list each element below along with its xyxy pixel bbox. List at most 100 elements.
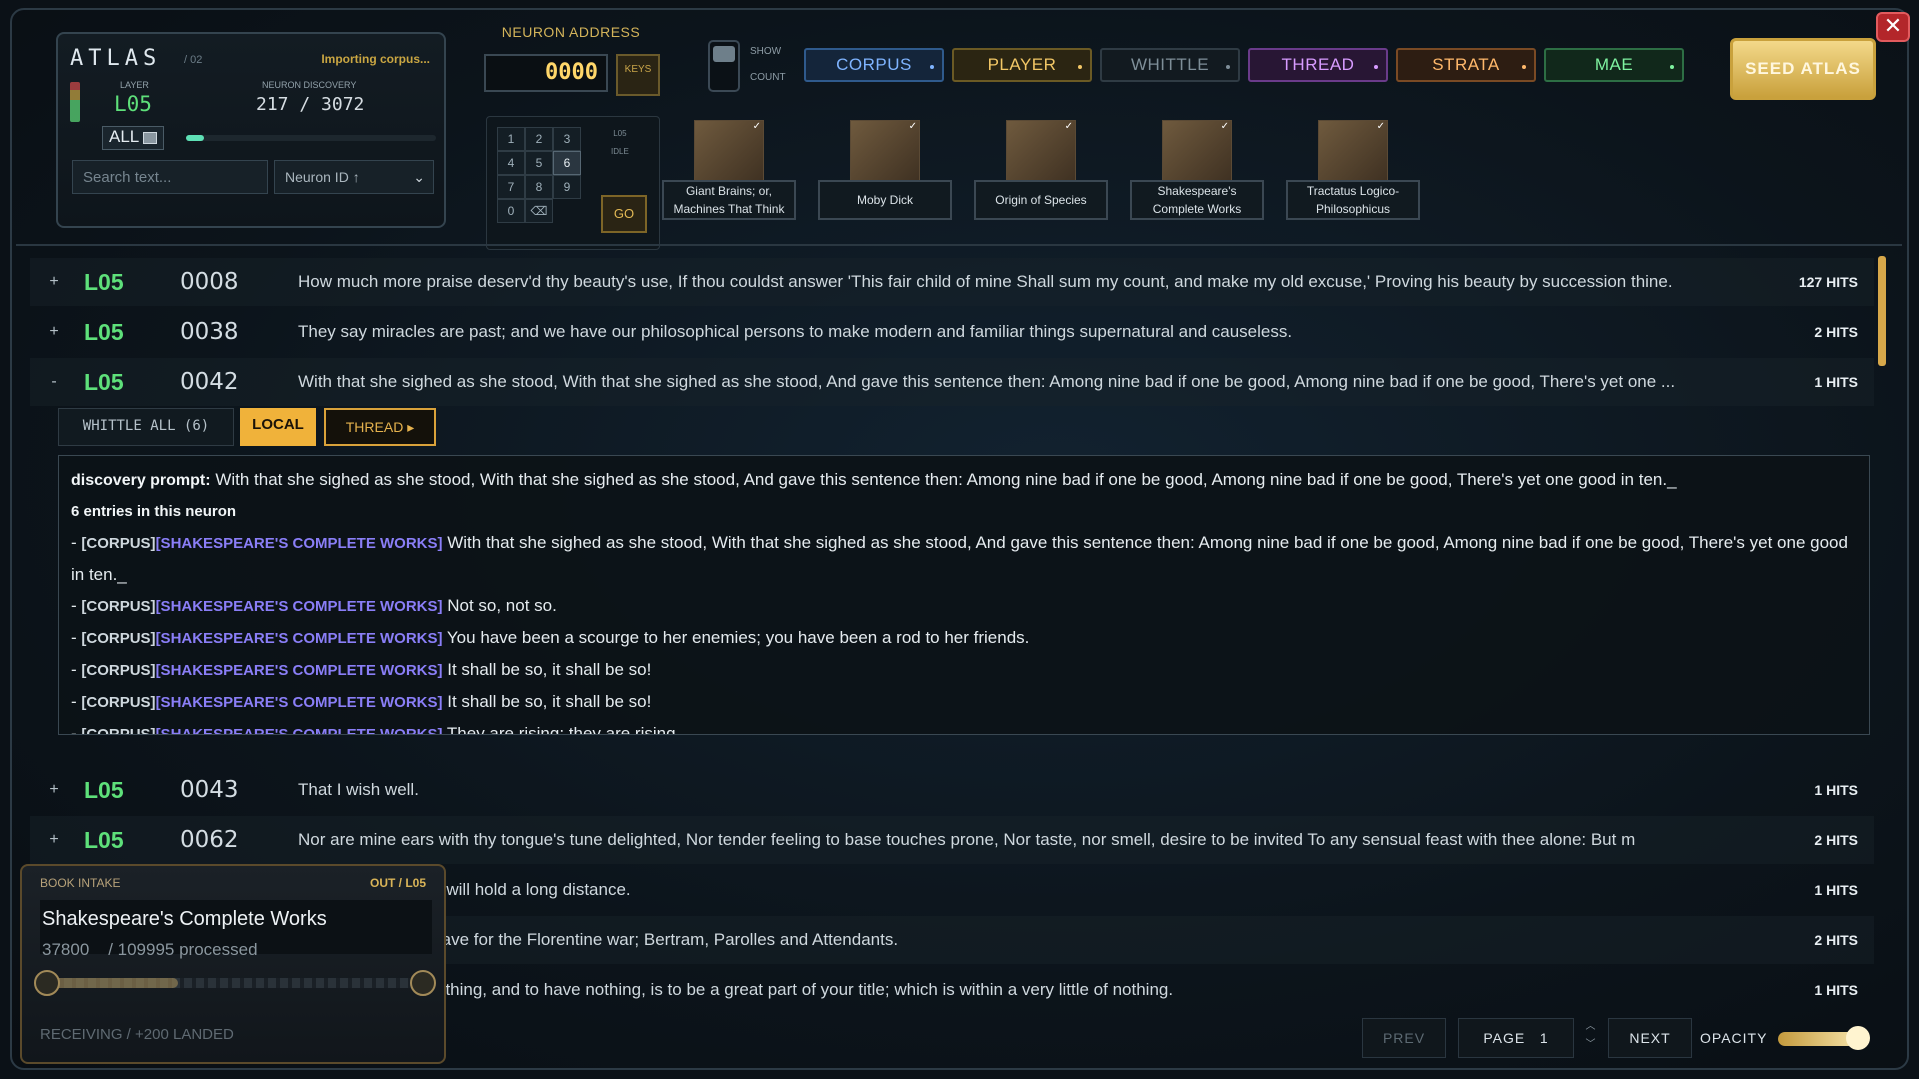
- book-cover-image: ✓: [1006, 120, 1076, 182]
- keypad-key-3[interactable]: 3: [553, 127, 581, 151]
- book-card[interactable]: ✓ Moby Dick: [818, 120, 952, 220]
- mode-mae-button[interactable]: MAE: [1544, 48, 1684, 82]
- row-hits: 2 HITS: [1814, 832, 1858, 848]
- mode-thread-button[interactable]: THREAD: [1248, 48, 1388, 82]
- page-stepper[interactable]: ︿ ﹀: [1576, 1018, 1606, 1058]
- expand-toggle-icon[interactable]: +: [40, 831, 68, 849]
- entry-text: It shall be so, it shall be so!: [447, 692, 652, 711]
- mode-whittle-button[interactable]: WHITTLE: [1100, 48, 1240, 82]
- backspace-key[interactable]: ⌫: [525, 199, 553, 223]
- mode-strata-button[interactable]: STRATA: [1396, 48, 1536, 82]
- book-tag: [SHAKESPEARE'S COMPLETE WORKS]: [155, 694, 443, 711]
- corpus-tag: [CORPUS]: [81, 726, 156, 735]
- app-version: / 02: [184, 54, 203, 66]
- layer-label: LAYER: [120, 80, 149, 90]
- book-intake-panel: BOOK INTAKE OUT / L05 Shakespeare's Comp…: [20, 864, 446, 1064]
- book-tag: [SHAKESPEARE'S COMPLETE WORKS]: [155, 598, 443, 615]
- intake-end-knob[interactable]: [410, 970, 436, 996]
- search-input[interactable]: [72, 160, 268, 194]
- expand-toggle-icon[interactable]: +: [40, 323, 68, 341]
- row-neuron-id: 0062: [180, 827, 239, 853]
- expand-toggle-icon[interactable]: +: [40, 273, 68, 291]
- row-layer: L05: [84, 318, 124, 345]
- neuron-row[interactable]: + L05 0008 How much more praise deserv'd th…: [30, 258, 1874, 306]
- mode-player-button[interactable]: PLAYER: [952, 48, 1092, 82]
- book-title: Moby Dick: [818, 180, 952, 220]
- book-tag: [SHAKESPEARE'S COMPLETE WORKS]: [155, 535, 443, 552]
- neuron-row[interactable]: + L05 0038 They say miracles are past; and …: [30, 308, 1874, 356]
- intake-start-knob[interactable]: [34, 970, 60, 996]
- all-label: ALL: [109, 127, 140, 146]
- row-hits: 1 HITS: [1814, 982, 1858, 998]
- row-neuron-id: 0043: [180, 777, 239, 803]
- entry-text: Not so, not so.: [447, 596, 557, 615]
- book-card[interactable]: ✓ Origin of Species: [974, 120, 1108, 220]
- whittle-all-button[interactable]: WHITTLE ALL (6): [58, 408, 234, 446]
- keypad-key-7[interactable]: 7: [497, 175, 525, 199]
- keypad-key-2[interactable]: 2: [525, 127, 553, 151]
- keypad-key-1[interactable]: 1: [497, 127, 525, 151]
- prompt-label: discovery prompt:: [71, 472, 211, 489]
- neuron-row[interactable]: + L05 0062 Nor are mine ears with thy tongu…: [30, 816, 1874, 864]
- book-title: Origin of Species: [974, 180, 1108, 220]
- count-label: COUNT: [750, 72, 786, 83]
- book-tag: [SHAKESPEARE'S COMPLETE WORKS]: [155, 630, 443, 647]
- entry-dash: -: [71, 628, 82, 647]
- status-dot-icon: [1670, 65, 1674, 69]
- next-button[interactable]: NEXT: [1608, 1018, 1692, 1058]
- go-button[interactable]: GO: [601, 195, 647, 233]
- expand-toggle-icon[interactable]: +: [40, 781, 68, 799]
- row-hits: 1 HITS: [1814, 882, 1858, 898]
- close-button[interactable]: ✕: [1876, 12, 1910, 42]
- discovery-value: 217 / 3072: [256, 94, 365, 115]
- prev-button[interactable]: PREV: [1362, 1018, 1446, 1058]
- intake-output: OUT / L05: [369, 876, 426, 890]
- opacity-slider-knob[interactable]: [1846, 1026, 1870, 1050]
- row-text: They say miracles are past; and we have …: [298, 322, 1293, 341]
- book-card[interactable]: ✓ Tractatus Logico-Philosophicus: [1286, 120, 1420, 220]
- keys-button[interactable]: KEYS: [616, 54, 660, 96]
- layer-slider[interactable]: [186, 135, 436, 141]
- entry-count: 6 entries in this neuron: [71, 503, 237, 520]
- expand-toggle-icon[interactable]: -: [40, 373, 68, 391]
- entry-text: You have been a scourge to her enemies; …: [446, 628, 1030, 647]
- atlas-panel: ATLAS / 02 Importing corpus... LAYER L05…: [56, 32, 446, 228]
- neuron-entry: - [CORPUS][SHAKESPEARE'S COMPLETE WORKS]…: [71, 686, 1857, 718]
- seed-atlas-button[interactable]: SEED ATLAS: [1730, 38, 1876, 100]
- page-indicator: PAGE 1: [1458, 1018, 1574, 1058]
- local-button[interactable]: LOCAL: [240, 408, 316, 446]
- book-cover-image: ✓: [1318, 120, 1388, 182]
- sort-select[interactable]: Neuron ID ↑ ⌄: [274, 160, 434, 194]
- mode-corpus-button[interactable]: CORPUS: [804, 48, 944, 82]
- page-label: PAGE: [1483, 1030, 1526, 1046]
- show-count-toggle[interactable]: [708, 40, 740, 92]
- keypad-key-9[interactable]: 9: [553, 175, 581, 199]
- all-toggle[interactable]: ALL: [102, 126, 164, 150]
- neuron-address-panel: NEURON ADDRESS 0000 KEYS: [476, 24, 666, 108]
- row-hits: 1 HITS: [1814, 374, 1858, 390]
- neuron-entry: - [CORPUS][SHAKESPEARE'S COMPLETE WORKS]…: [71, 718, 1857, 735]
- neuron-address-title: NEURON ADDRESS: [501, 24, 641, 40]
- neuron-row[interactable]: + L05 0043 That I wish well. 1 HITS: [30, 766, 1874, 814]
- neuron-row[interactable]: - L05 0042 With that she sighed as she stoo…: [30, 358, 1874, 406]
- corpus-tag: [CORPUS]: [81, 630, 156, 647]
- import-status: Importing corpus...: [321, 52, 430, 66]
- keypad-key-8[interactable]: 8: [525, 175, 553, 199]
- keypad-key-5[interactable]: 5: [525, 151, 553, 175]
- book-card[interactable]: ✓ Shakespeare's Complete Works: [1130, 120, 1264, 220]
- entry-text: It shall be so, it shall be so!: [447, 660, 652, 679]
- intake-status: RECEIVING / +200 LANDED: [40, 1026, 234, 1043]
- neuron-detail: discovery prompt: With that she sighed a…: [58, 455, 1870, 735]
- row-hits: 2 HITS: [1814, 932, 1858, 948]
- book-card[interactable]: ✓ Giant Brains; or, Machines That Think: [662, 120, 796, 220]
- keypad-key-4[interactable]: 4: [497, 151, 525, 175]
- check-icon: ✓: [1064, 121, 1073, 132]
- mode-label: STRATA: [1432, 55, 1500, 74]
- row-layer: L05: [84, 368, 124, 395]
- keypad-key-6[interactable]: 6: [553, 151, 581, 175]
- thread-button[interactable]: THREAD ▸: [324, 408, 436, 446]
- intake-label: BOOK INTAKE: [40, 876, 121, 890]
- list-scrollbar[interactable]: [1878, 256, 1886, 366]
- row-text: nothing, to know nothing, and to have no…: [298, 980, 1174, 999]
- keypad-key-0[interactable]: 0: [497, 199, 525, 223]
